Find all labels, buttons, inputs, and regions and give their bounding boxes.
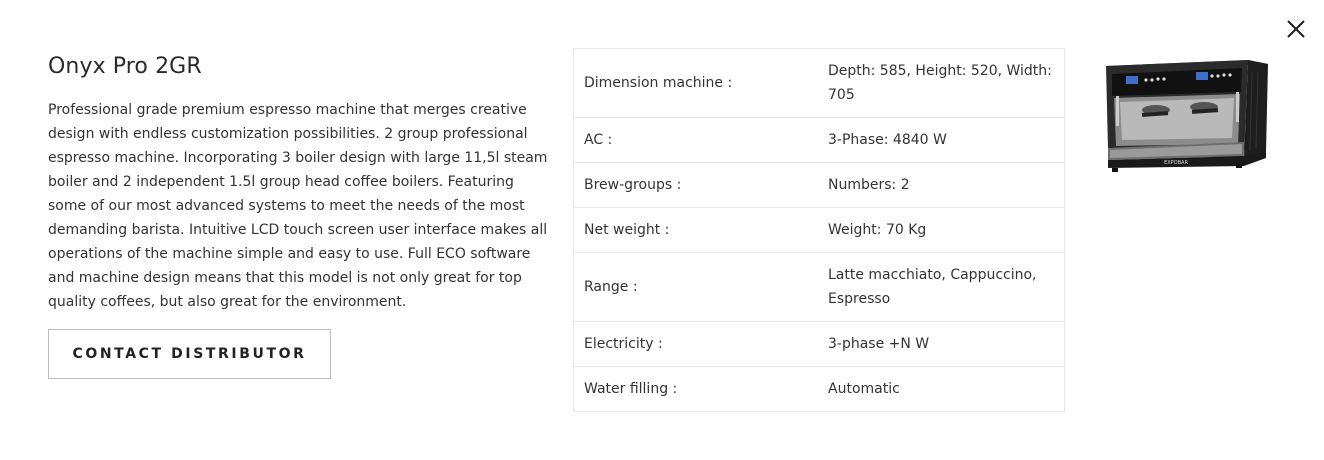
- spec-row-brew-groups: Brew-groups : Numbers: 2: [574, 163, 1064, 208]
- spec-label: Electricity :: [584, 336, 663, 352]
- spec-row-ac: AC : 3-Phase: 4840 W: [574, 118, 1064, 163]
- espresso-machine-illustration: EXPOBAR: [1106, 60, 1268, 172]
- spec-row-net-weight: Net weight : Weight: 70 Kg: [574, 208, 1064, 253]
- spec-label: Range :: [584, 279, 638, 295]
- product-description: Professional grade premium espresso mach…: [48, 102, 548, 310]
- close-button[interactable]: [1283, 16, 1309, 42]
- spec-label: AC :: [584, 132, 613, 148]
- product-image: EXPOBAR: [1098, 52, 1272, 180]
- spec-row-dimension: Dimension machine : Depth: 585, Height: …: [574, 49, 1064, 118]
- spec-value: 3-Phase: 4840 W: [828, 132, 947, 148]
- spec-label: Water filling :: [584, 381, 678, 397]
- spec-row-range: Range : Latte macchiato, Cappuccino, Esp…: [574, 253, 1064, 322]
- product-info: Onyx Pro 2GR Professional grade premium …: [48, 52, 548, 314]
- specs-table: Dimension machine : Depth: 585, Height: …: [573, 48, 1065, 412]
- spec-value: Weight: 70 Kg: [828, 222, 927, 238]
- spec-value: Automatic: [828, 381, 900, 397]
- spec-label: Dimension machine :: [584, 75, 733, 91]
- spec-row-water-filling: Water filling : Automatic: [574, 367, 1064, 411]
- spec-value: 3-phase +N W: [828, 336, 930, 352]
- spec-value: Latte macchiato, Cappuccino, Espresso: [828, 267, 1037, 307]
- product-title: Onyx Pro 2GR: [48, 54, 202, 79]
- spec-value: Depth: 585, Height: 520, Width: 705: [828, 63, 1052, 103]
- spec-value: Numbers: 2: [828, 177, 910, 193]
- brand-text: EXPOBAR: [1164, 160, 1188, 166]
- spec-row-electricity: Electricity : 3-phase +N W: [574, 322, 1064, 367]
- close-icon: [1287, 20, 1305, 38]
- spec-label: Brew-groups :: [584, 177, 682, 193]
- contact-distributor-button[interactable]: CONTACT DISTRIBUTOR: [48, 329, 331, 379]
- spec-label: Net weight :: [584, 222, 670, 238]
